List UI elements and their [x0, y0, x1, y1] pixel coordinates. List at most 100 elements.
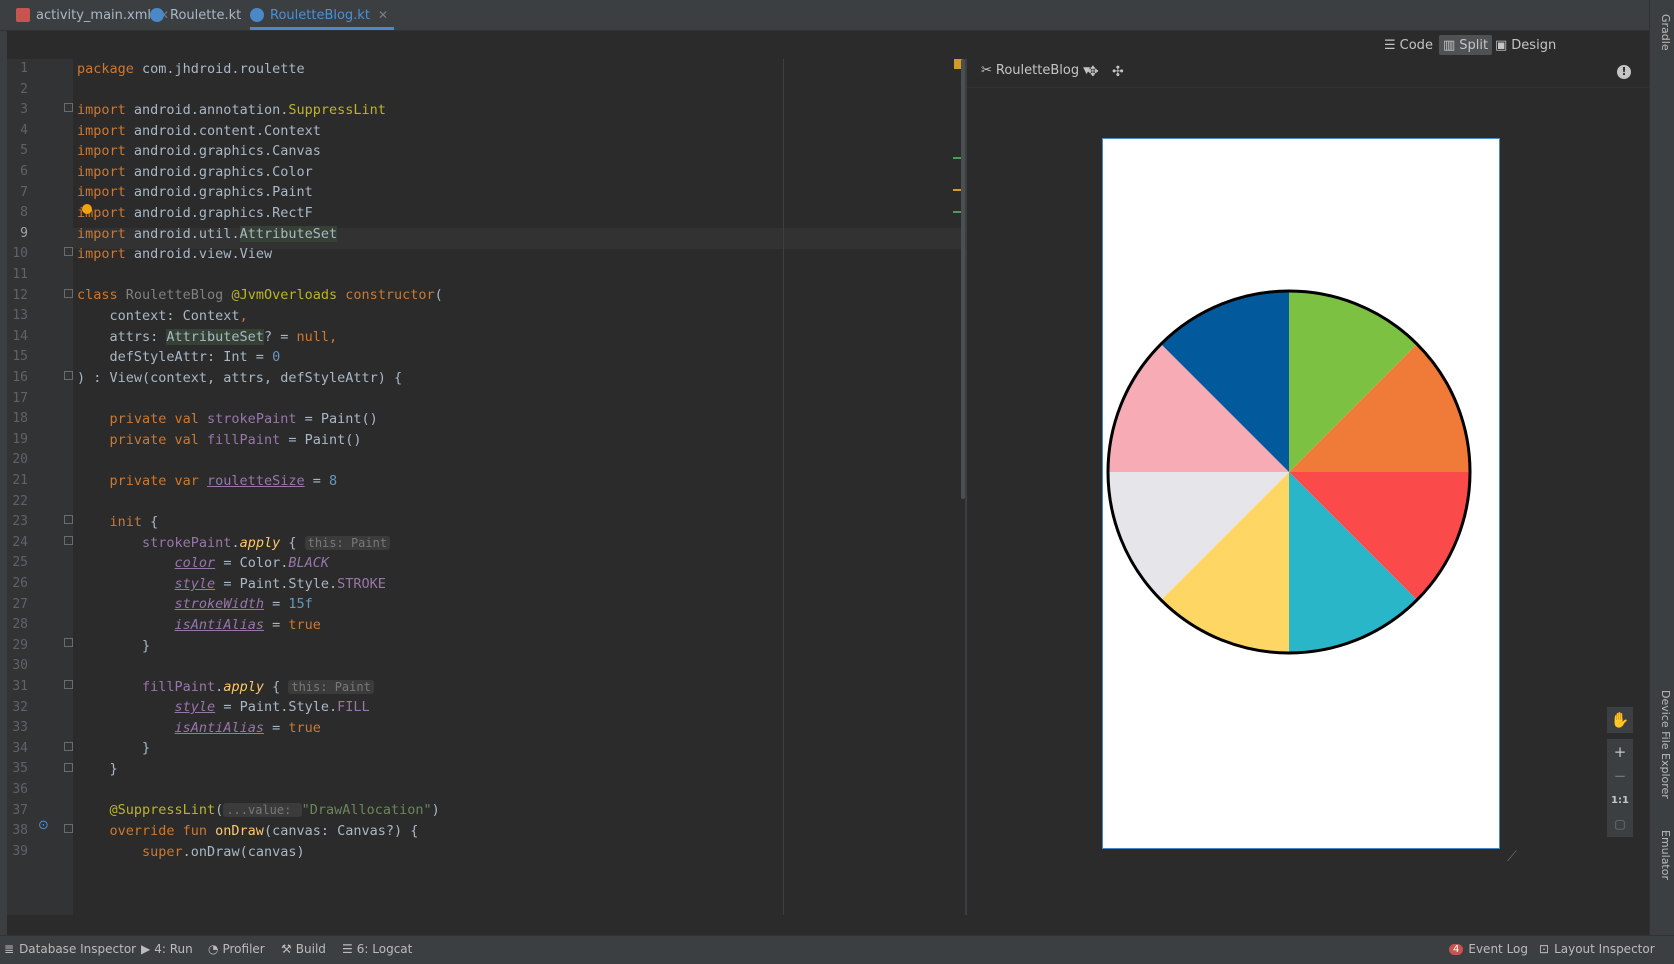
fold-icon[interactable] [64, 763, 73, 772]
event-log-button[interactable]: 4 Event Log [1449, 942, 1528, 956]
code-line-26: style = Paint.Style.STROKE [174, 576, 386, 592]
override-marker-icon[interactable]: ⊙ [38, 818, 49, 833]
code-mode-label: Code [1399, 37, 1433, 53]
tab-label: activity_main.xml [36, 7, 152, 23]
build-label: Build [295, 942, 326, 956]
event-log-label: Event Log [1468, 942, 1528, 956]
code-line-31: fillPaint.apply { this: Paint [77, 677, 374, 698]
line-number: 37 [12, 803, 28, 818]
line-number: 11 [12, 267, 28, 282]
code-line-1: package com.jhdroid.roulette [77, 61, 305, 77]
code-editor[interactable]: package com.jhdroid.roulette import andr… [73, 59, 966, 915]
info-icon[interactable]: ! [1617, 65, 1631, 79]
code-line-28: isAntiAlias = true [174, 617, 321, 633]
tab-activity-main[interactable]: activity_main.xml ✕ [16, 0, 169, 30]
layout-inspector-label: Layout Inspector [1554, 942, 1655, 956]
run-button[interactable]: ▶ 4: Run [141, 942, 193, 956]
hand-icon[interactable]: ✋ [1607, 707, 1633, 733]
layout-inspector-button[interactable]: ⊡ Layout Inspector [1539, 942, 1655, 956]
logcat-label: 6: Logcat [356, 942, 413, 956]
zoom-in-icon[interactable]: + [1607, 739, 1633, 765]
line-number: 3 [20, 102, 28, 117]
split-mode-label: Split [1459, 37, 1489, 53]
fold-icon[interactable] [64, 680, 73, 689]
line-number: 4 [20, 123, 28, 138]
line-number: 18 [12, 411, 28, 426]
line-number: 17 [12, 391, 28, 406]
xml-file-icon [16, 8, 30, 22]
code-line-25: color = Color.BLACK [174, 555, 329, 571]
device-preview-frame [1102, 138, 1500, 849]
resize-handle-icon[interactable]: ⟋ [1507, 849, 1517, 865]
tab-label: Roulette.kt [170, 7, 242, 23]
build-button[interactable]: ⚒ Build [281, 942, 326, 956]
fold-icon[interactable] [64, 536, 73, 545]
fold-icon[interactable] [64, 289, 73, 298]
line-number: 20 [12, 452, 28, 467]
fold-icon[interactable] [64, 824, 73, 833]
code-mode-button[interactable]: ☰ Code [1380, 35, 1437, 55]
split-mode-button[interactable]: ▥ Split [1439, 35, 1493, 55]
emulator-tool[interactable]: Emulator [1659, 830, 1672, 880]
code-line-38: override fun onDraw(canvas: Canvas?) { [77, 823, 419, 839]
line-number: 34 [12, 741, 28, 756]
database-inspector-button[interactable]: ≣ Database Inspector [4, 942, 136, 956]
fold-icon[interactable] [64, 103, 73, 112]
line-number: 5 [20, 143, 28, 158]
lightbulb-icon[interactable] [82, 204, 92, 214]
line-number: 36 [12, 782, 28, 797]
editor-scrollbar[interactable] [953, 59, 965, 915]
kotlin-file-icon [150, 8, 164, 22]
pan-icon[interactable]: ✥ [1087, 64, 1099, 80]
line-number: 9 [20, 226, 28, 241]
zoom-out-icon[interactable]: − [1607, 763, 1633, 789]
code-line-7: import android.graphics.Paint [77, 184, 313, 200]
design-mode-label: Design [1511, 37, 1557, 53]
fold-icon[interactable] [64, 247, 73, 256]
tab-roulette[interactable]: Roulette.kt ✕ [150, 0, 259, 30]
gradle-tool[interactable]: Gradle [1659, 14, 1672, 51]
code-line-27: strokeWidth = 15f [174, 596, 313, 612]
event-count-badge: 4 [1449, 943, 1464, 955]
line-number: 2 [20, 82, 28, 97]
play-icon: ▶ [141, 942, 151, 956]
device-file-explorer-tool[interactable]: Device File Explorer [1659, 690, 1672, 799]
line-number: 26 [12, 576, 28, 591]
close-icon[interactable]: ✕ [378, 8, 388, 22]
line-number: 30 [12, 658, 28, 673]
line-number: 21 [12, 473, 28, 488]
component-selector[interactable]: ✂ RouletteBlog ▼ [981, 63, 1090, 78]
fold-icon[interactable] [64, 742, 73, 751]
tab-roulette-blog[interactable]: RouletteBlog.kt ✕ [250, 0, 394, 30]
line-number: 10 [12, 246, 28, 261]
code-line-5: import android.graphics.Canvas [77, 143, 321, 159]
line-number: 35 [12, 761, 28, 776]
line-number: 13 [12, 308, 28, 323]
line-number: 1 [20, 61, 28, 76]
gauge-icon: ◔ [208, 942, 219, 956]
profiler-button[interactable]: ◔ Profiler [208, 942, 265, 956]
line-number: 12 [12, 288, 28, 303]
move-icon[interactable]: ✣ [1112, 64, 1124, 80]
fold-icon[interactable] [64, 515, 73, 524]
zoom-fit-icon[interactable]: ▢ [1607, 811, 1633, 837]
line-number: 33 [12, 720, 28, 735]
code-line-23: init { [77, 514, 159, 530]
fold-icon[interactable] [64, 638, 73, 647]
code-line-33: isAntiAlias = true [174, 720, 321, 736]
zoom-actual-size[interactable]: 1:1 [1607, 787, 1633, 813]
profiler-label: Profiler [222, 942, 265, 956]
code-line-13: context: Context, [77, 308, 248, 324]
logcat-button[interactable]: ☰ 6: Logcat [342, 942, 412, 956]
line-number: 25 [12, 555, 28, 570]
hammer-icon: ⚒ [281, 942, 292, 956]
code-line-21: private var rouletteSize = 8 [77, 473, 338, 489]
preview-toolbar: ✂ RouletteBlog ▼ ✥ ✣ ! [967, 59, 1649, 88]
code-line-3: import android.annotation.SuppressLint [77, 102, 386, 118]
design-mode-button[interactable]: ▣ Design [1491, 35, 1560, 55]
run-label: 4: Run [154, 942, 193, 956]
fold-icon[interactable] [64, 371, 73, 380]
code-line-35: } [77, 761, 118, 777]
code-line-29: } [77, 638, 151, 654]
line-number: 31 [12, 679, 28, 694]
